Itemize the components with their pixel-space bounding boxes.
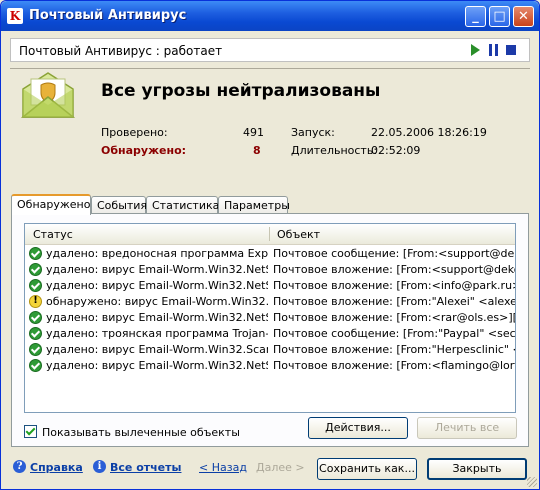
component-status-text: Почтовый Антивирус : работает <box>19 44 223 58</box>
tab-detected[interactable]: Обнаружено <box>11 194 91 215</box>
antivirus-window: K Почтовый Антивирус _ □ ✕ Почтовый Анти… <box>0 0 540 490</box>
column-divider[interactable] <box>269 227 270 241</box>
resize-grip[interactable] <box>527 477 537 487</box>
ok-icon <box>29 359 42 372</box>
ok-icon <box>29 327 42 340</box>
ok-icon <box>29 263 42 276</box>
tab-parameters[interactable]: Параметры <box>218 196 290 214</box>
ok-icon <box>29 311 42 324</box>
envelope-shield-icon <box>20 72 76 118</box>
row-object: Почтовое вложение: [From:"Alexei" <alexe… <box>273 295 515 308</box>
table-row[interactable]: обнаружено: вирус Email-Worm.Win32.Sc...… <box>25 294 515 310</box>
row-object: Почтовое вложение: [From:<support@dekovi… <box>273 263 515 276</box>
duration-label: Длительность: <box>291 144 378 157</box>
save-as-button[interactable]: Сохранить как... <box>317 458 417 480</box>
row-status: удалено: вирус Email-Worm.Win32.NetSky.b <box>46 359 268 372</box>
table-row[interactable]: удалено: вирус Email-Worm.Win32.NetSky.q… <box>25 310 515 326</box>
cure-all-button[interactable]: Лечить все <box>417 417 517 439</box>
info-icon[interactable]: i <box>93 460 106 473</box>
next-link: Далее > <box>256 461 305 474</box>
start-label: Запуск: <box>291 126 335 139</box>
show-cured-checkbox[interactable] <box>24 425 37 438</box>
kaspersky-app-icon: K <box>7 8 23 24</box>
table-row[interactable]: удалено: вредоносная программа Exploit..… <box>25 246 515 262</box>
warning-icon <box>29 295 42 308</box>
row-object: Почтовое сообщение: [From:"Paypal" <secu… <box>273 327 515 340</box>
minimize-icon: _ <box>472 9 479 24</box>
component-status-bar: Почтовый Антивирус : работает <box>10 38 530 62</box>
actions-button[interactable]: Действия... <box>308 417 408 439</box>
row-status: удалено: вирус Email-Worm.Win32.NetSky.q <box>46 311 268 324</box>
play-icon[interactable] <box>471 44 480 56</box>
ok-icon <box>29 279 42 292</box>
column-object-header[interactable]: Объект <box>277 228 320 241</box>
row-status: удалено: троянская программа Trojan-Sp..… <box>46 327 268 340</box>
show-cured-label[interactable]: Показывать вылеченные объекты <box>42 426 240 439</box>
column-status-header[interactable]: Статус <box>33 228 73 241</box>
row-object: Почтовое вложение: [From:<rar@ols.es>][S… <box>273 311 515 324</box>
close-icon: ✕ <box>518 9 529 24</box>
row-status: удалено: вирус Email-Worm.Win32.NetSky.q <box>46 279 268 292</box>
title-bar[interactable]: K Почтовый Антивирус _ □ ✕ <box>1 1 539 31</box>
row-object: Почтовое вложение: [From:<flamingo@lorto… <box>273 359 515 372</box>
row-status: удалено: вредоносная программа Exploit..… <box>46 247 268 260</box>
maximize-button[interactable]: □ <box>489 6 510 27</box>
table-row[interactable]: удалено: троянская программа Trojan-Sp..… <box>25 326 515 342</box>
help-link[interactable]: Справка <box>30 461 83 474</box>
pause-icon[interactable] <box>488 44 500 56</box>
back-link[interactable]: < Назад <box>199 461 247 474</box>
headline: Все угрозы нейтрализованы <box>101 81 381 101</box>
table-row[interactable]: удалено: вирус Email-Worm.Win32.NetSky.q… <box>25 278 515 294</box>
ok-icon <box>29 247 42 260</box>
row-status: обнаружено: вирус Email-Worm.Win32.Sc... <box>46 295 268 308</box>
help-icon[interactable]: ? <box>13 460 26 473</box>
tab-events[interactable]: События <box>91 196 147 214</box>
window-title: Почтовый Антивирус <box>29 8 187 23</box>
start-value: 22.05.2006 18:26:19 <box>371 126 487 139</box>
row-status: удалено: вирус Email-Worm.Win32.NetSky.q <box>46 263 268 276</box>
table-row[interactable]: удалено: вирус Email-Worm.Win32.Scano.ac… <box>25 342 515 358</box>
tab-statistics[interactable]: Статистика <box>146 196 219 214</box>
row-object: Почтовое вложение: [From:<info@park.ru>]… <box>273 279 515 292</box>
maximize-icon: □ <box>493 9 506 24</box>
divider <box>10 68 530 69</box>
table-row[interactable]: удалено: вирус Email-Worm.Win32.NetSky.q… <box>25 262 515 278</box>
detected-value: 8 <box>253 144 261 157</box>
row-status: удалено: вирус Email-Worm.Win32.Scano.ac <box>46 343 268 356</box>
all-reports-link[interactable]: Все отчеты <box>110 461 181 474</box>
close-button[interactable]: Закрыть <box>427 458 527 480</box>
checked-label: Проверено: <box>101 126 168 139</box>
detected-objects-list[interactable]: Статус Объект удалено: вредоносная прогр… <box>24 223 516 413</box>
checked-value: 491 <box>243 126 264 139</box>
detected-panel: Статус Объект удалено: вредоносная прогр… <box>11 213 529 447</box>
close-window-button[interactable]: ✕ <box>513 6 534 27</box>
minimize-button[interactable]: _ <box>465 6 486 27</box>
table-row[interactable]: удалено: вирус Email-Worm.Win32.NetSky.b… <box>25 358 515 374</box>
list-header: Статус Объект <box>25 224 515 245</box>
stop-icon[interactable] <box>506 45 516 55</box>
ok-icon <box>29 343 42 356</box>
duration-value: 02:52:09 <box>371 144 421 157</box>
detected-label: Обнаружено: <box>101 144 187 157</box>
row-object: Почтовое вложение: [From:"Herpesclinic" … <box>273 343 515 356</box>
row-object: Почтовое сообщение: [From:<support@dekoв… <box>273 247 515 260</box>
